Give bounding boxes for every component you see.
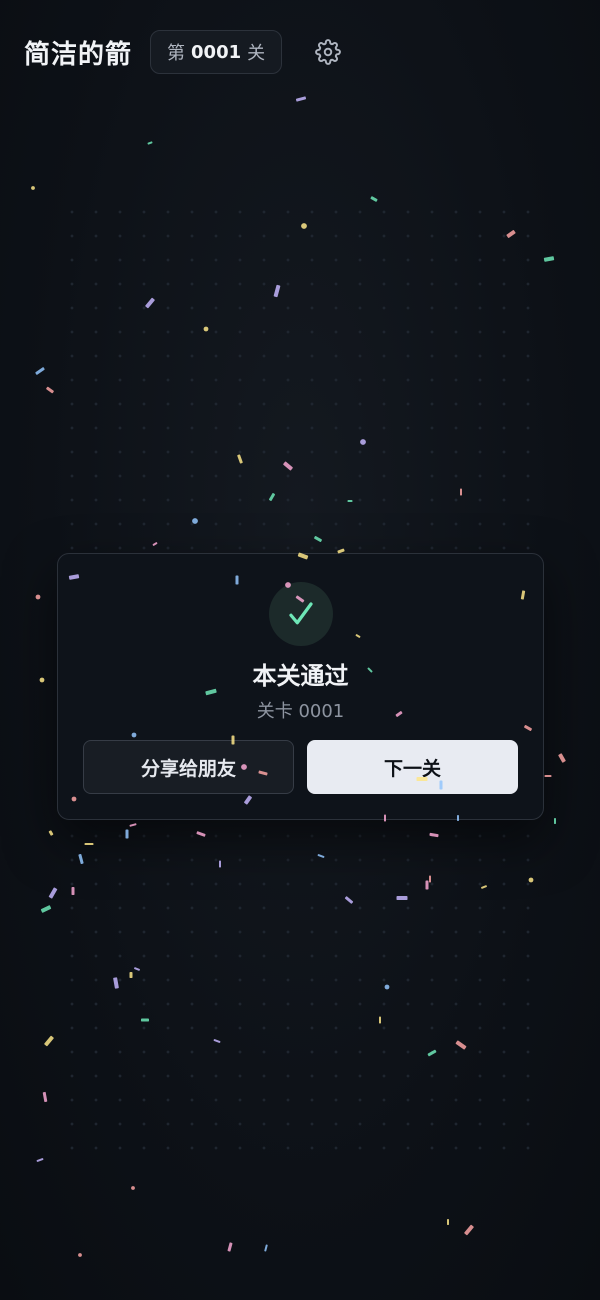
next-level-button[interactable]: 下一关 — [307, 740, 518, 794]
confetti-piece — [147, 141, 153, 145]
confetti-piece — [264, 1244, 268, 1252]
level-suffix: 关 — [247, 43, 266, 64]
level-complete-dialog: 本关通过 关卡 0001 分享给朋友 下一关 — [57, 553, 544, 820]
level-prefix: 第 — [167, 43, 186, 64]
level-number: 0001 — [191, 41, 242, 63]
confetti-piece — [44, 1035, 54, 1047]
check-icon — [289, 602, 313, 625]
confetti-piece — [543, 256, 555, 262]
game-screen: 简洁的箭 第 0001 关 本关通过 关卡 0001 分享给朋友 下一关 — [0, 0, 600, 1300]
confetti-piece — [35, 367, 45, 375]
confetti-piece — [36, 1158, 44, 1162]
success-badge — [269, 582, 333, 646]
confetti-piece — [464, 1224, 474, 1236]
gear-icon — [315, 39, 341, 65]
confetti-piece — [131, 1186, 135, 1190]
confetti-piece — [39, 677, 45, 683]
confetti-piece — [558, 753, 566, 763]
confetti-piece — [554, 818, 556, 824]
confetti-piece — [78, 1253, 82, 1257]
app-title: 简洁的箭 — [24, 39, 133, 70]
confetti-piece — [295, 96, 307, 102]
confetti-piece — [544, 775, 552, 777]
confetti-piece — [42, 1091, 48, 1103]
header: 简洁的箭 第 0001 关 — [24, 28, 344, 76]
confetti-piece — [48, 887, 58, 899]
confetti-piece — [31, 186, 35, 190]
settings-button[interactable] — [312, 36, 344, 68]
level-indicator: 第 0001 关 — [150, 30, 283, 74]
share-button[interactable]: 分享给朋友 — [83, 740, 294, 794]
confetti-piece — [40, 905, 52, 913]
confetti-piece — [46, 386, 54, 394]
dialog-title: 本关通过 — [252, 662, 349, 690]
confetti-piece — [48, 830, 54, 836]
confetti-piece — [227, 1242, 233, 1252]
confetti-piece — [35, 594, 41, 600]
confetti-piece — [447, 1219, 449, 1225]
dialog-subtitle: 关卡 0001 — [256, 701, 345, 722]
